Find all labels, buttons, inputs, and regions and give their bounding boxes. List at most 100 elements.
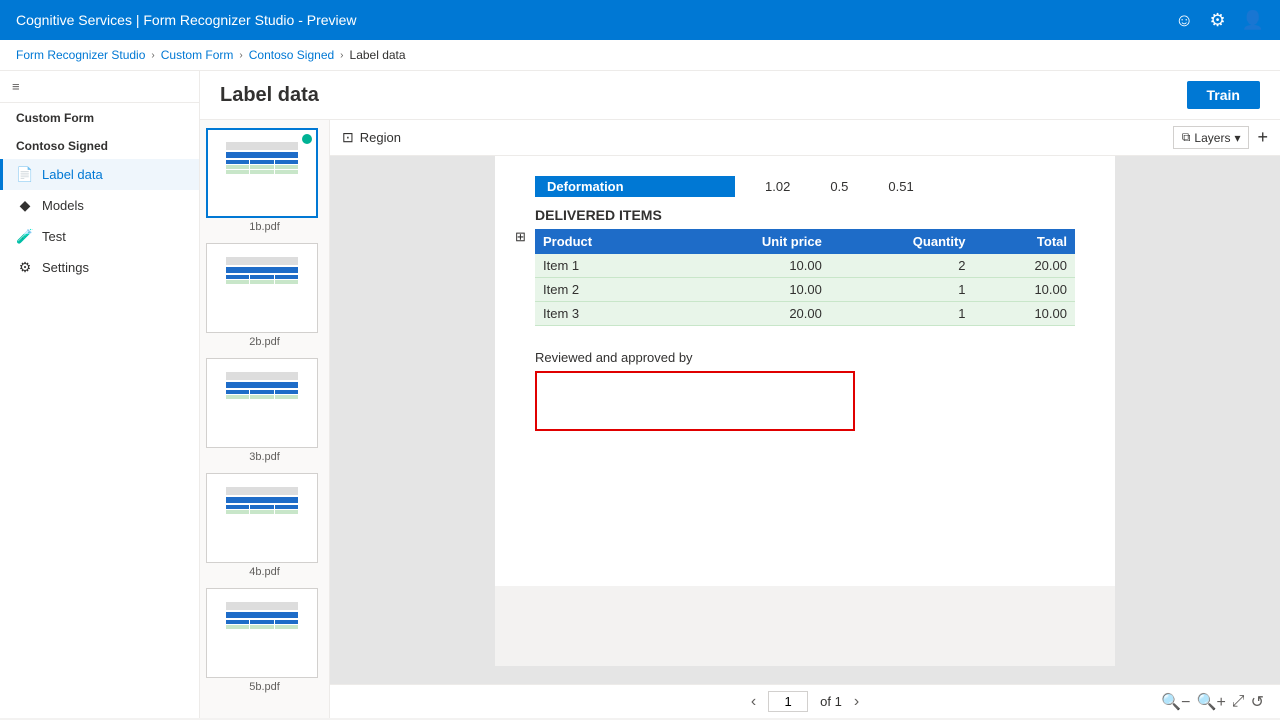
file-item-5[interactable]: 5b.pdf (206, 588, 323, 693)
active-indicator (302, 134, 312, 144)
settings-icon[interactable]: ⚙ (1209, 10, 1225, 31)
thumb-doc-5 (222, 598, 302, 668)
breadcrumb-sep-1: › (151, 50, 154, 61)
settings-icon: ⚙ (16, 259, 34, 276)
thumb-table-2 (226, 275, 298, 284)
sidebar-item-test[interactable]: 🧪 Test (0, 221, 199, 252)
thumb-header-2 (226, 257, 298, 265)
sidebar-item-label-data[interactable]: 📄 Label data (0, 159, 199, 190)
doc-scroll[interactable]: Deformation 1.02 0.5 0.51 DELIVERED ITEM… (330, 156, 1280, 684)
table-row: Item 2 10.00 1 10.00 (535, 278, 1075, 302)
fit-button[interactable]: ⤢ (1232, 693, 1245, 711)
label-data-icon: 📄 (16, 166, 34, 183)
app-title: Cognitive Services | Form Recognizer Stu… (16, 12, 357, 28)
file-thumbnail-2 (206, 243, 318, 333)
deformation-val-1: 1.02 (765, 179, 790, 194)
zoom-controls: 🔍− 🔍+ ⤢ ↺ (1161, 692, 1264, 712)
deformation-row: Deformation 1.02 0.5 0.51 (535, 176, 1075, 197)
breadcrumb-form-recognizer[interactable]: Form Recognizer Studio (16, 48, 145, 62)
breadcrumb-sep-3: › (340, 50, 343, 61)
col-unit-price: Unit price (671, 229, 830, 254)
thumb-header (226, 142, 298, 150)
file-item-2[interactable]: 2b.pdf (206, 243, 323, 348)
row2-product: Item 2 (535, 278, 671, 302)
file-name-5: 5b.pdf (206, 681, 323, 693)
prev-page-button[interactable]: ‹ (751, 693, 756, 711)
file-name-3: 3b.pdf (206, 451, 323, 463)
thumb-table (226, 160, 298, 174)
sidebar-collapse-button[interactable]: ≡ (0, 71, 199, 103)
thumb-bar-2 (226, 267, 298, 273)
file-item-1[interactable]: 1b.pdf (206, 128, 323, 233)
sidebar-item-label: Label data (42, 167, 103, 182)
page-of-label: of 1 (820, 694, 842, 709)
thumb-header-5 (226, 602, 298, 610)
file-name-1: 1b.pdf (206, 221, 323, 233)
breadcrumb-custom-form[interactable]: Custom Form (161, 48, 234, 62)
items-table: Product Unit price Quantity Total (535, 229, 1075, 326)
sidebar-item-models[interactable]: ◆ Models (0, 190, 199, 221)
content-area: Label data Train (200, 71, 1280, 718)
thumb-bar-5 (226, 612, 298, 618)
user-icon[interactable]: 👤 (1242, 10, 1264, 31)
sidebar-item-label: Models (42, 198, 84, 213)
add-button[interactable]: + (1257, 127, 1268, 148)
models-icon: ◆ (16, 197, 34, 214)
row2-price: 10.00 (671, 278, 830, 302)
region-label: ⊡ Region (342, 129, 401, 146)
breadcrumb-sep-2: › (239, 50, 242, 61)
rotate-button[interactable]: ↺ (1251, 692, 1264, 712)
breadcrumb-current: Label data (350, 48, 406, 62)
test-icon: 🧪 (16, 228, 34, 245)
toolbar-right: ⧉ Layers ▾ + (1173, 126, 1268, 149)
reviewed-section: Reviewed and approved by (535, 350, 1075, 431)
layers-button[interactable]: ⧉ Layers ▾ (1173, 126, 1250, 149)
file-list: 1b.pdf 2b.pdf (200, 120, 330, 718)
table-row: Item 3 20.00 1 10.00 (535, 302, 1075, 326)
zoom-out-button[interactable]: 🔍− (1161, 692, 1190, 712)
deformation-values: 1.02 0.5 0.51 (735, 179, 914, 194)
topbar: Cognitive Services | Form Recognizer Stu… (0, 0, 1280, 40)
region-icon: ⊡ (342, 129, 354, 146)
page-number-input[interactable] (768, 691, 808, 712)
reviewed-label: Reviewed and approved by (535, 350, 1075, 365)
page-title: Label data (220, 84, 319, 107)
train-button[interactable]: Train (1187, 81, 1260, 109)
deformation-label: Deformation (535, 176, 735, 197)
items-table-wrapper: ⊞ Product Unit price Quantity Total (535, 229, 1075, 326)
row1-price: 10.00 (671, 254, 830, 278)
thumb-table-5 (226, 620, 298, 629)
row1-product: Item 1 (535, 254, 671, 278)
deformation-val-2: 0.5 (830, 179, 848, 194)
next-page-button[interactable]: › (854, 693, 859, 711)
row2-qty: 1 (830, 278, 974, 302)
col-total: Total (974, 229, 1075, 254)
file-item-3[interactable]: 3b.pdf (206, 358, 323, 463)
smiley-icon[interactable]: ☺ (1175, 10, 1193, 31)
sidebar-item-settings[interactable]: ⚙ Settings (0, 252, 199, 283)
topbar-icons: ☺ ⚙ 👤 (1175, 10, 1264, 31)
row1-total: 20.00 (974, 254, 1075, 278)
thumb-header-4 (226, 487, 298, 495)
region-text: Region (360, 130, 401, 145)
file-thumbnail-4 (206, 473, 318, 563)
chevron-down-icon: ▾ (1234, 131, 1240, 145)
sidebar-group-label: Contoso Signed (0, 133, 199, 159)
sidebar-section-title: Custom Form (0, 103, 199, 133)
file-thumbnail-1 (206, 128, 318, 218)
doc-page-1: Deformation 1.02 0.5 0.51 DELIVERED ITEM… (495, 156, 1115, 586)
row3-price: 20.00 (671, 302, 830, 326)
document-viewer: ⊡ Region ⧉ Layers ▾ + (330, 120, 1280, 718)
breadcrumb-contoso[interactable]: Contoso Signed (249, 48, 334, 62)
thumb-doc (222, 138, 302, 208)
row3-qty: 1 (830, 302, 974, 326)
main-layout: ≡ Custom Form Contoso Signed 📄 Label dat… (0, 71, 1280, 718)
col-quantity: Quantity (830, 229, 974, 254)
file-item-4[interactable]: 4b.pdf (206, 473, 323, 578)
zoom-in-button[interactable]: 🔍+ (1197, 692, 1226, 712)
row3-product: Item 3 (535, 302, 671, 326)
deformation-val-3: 0.51 (888, 179, 913, 194)
breadcrumb: Form Recognizer Studio › Custom Form › C… (0, 40, 1280, 71)
thumb-table-4 (226, 505, 298, 514)
table-icon: ⊞ (515, 229, 526, 245)
